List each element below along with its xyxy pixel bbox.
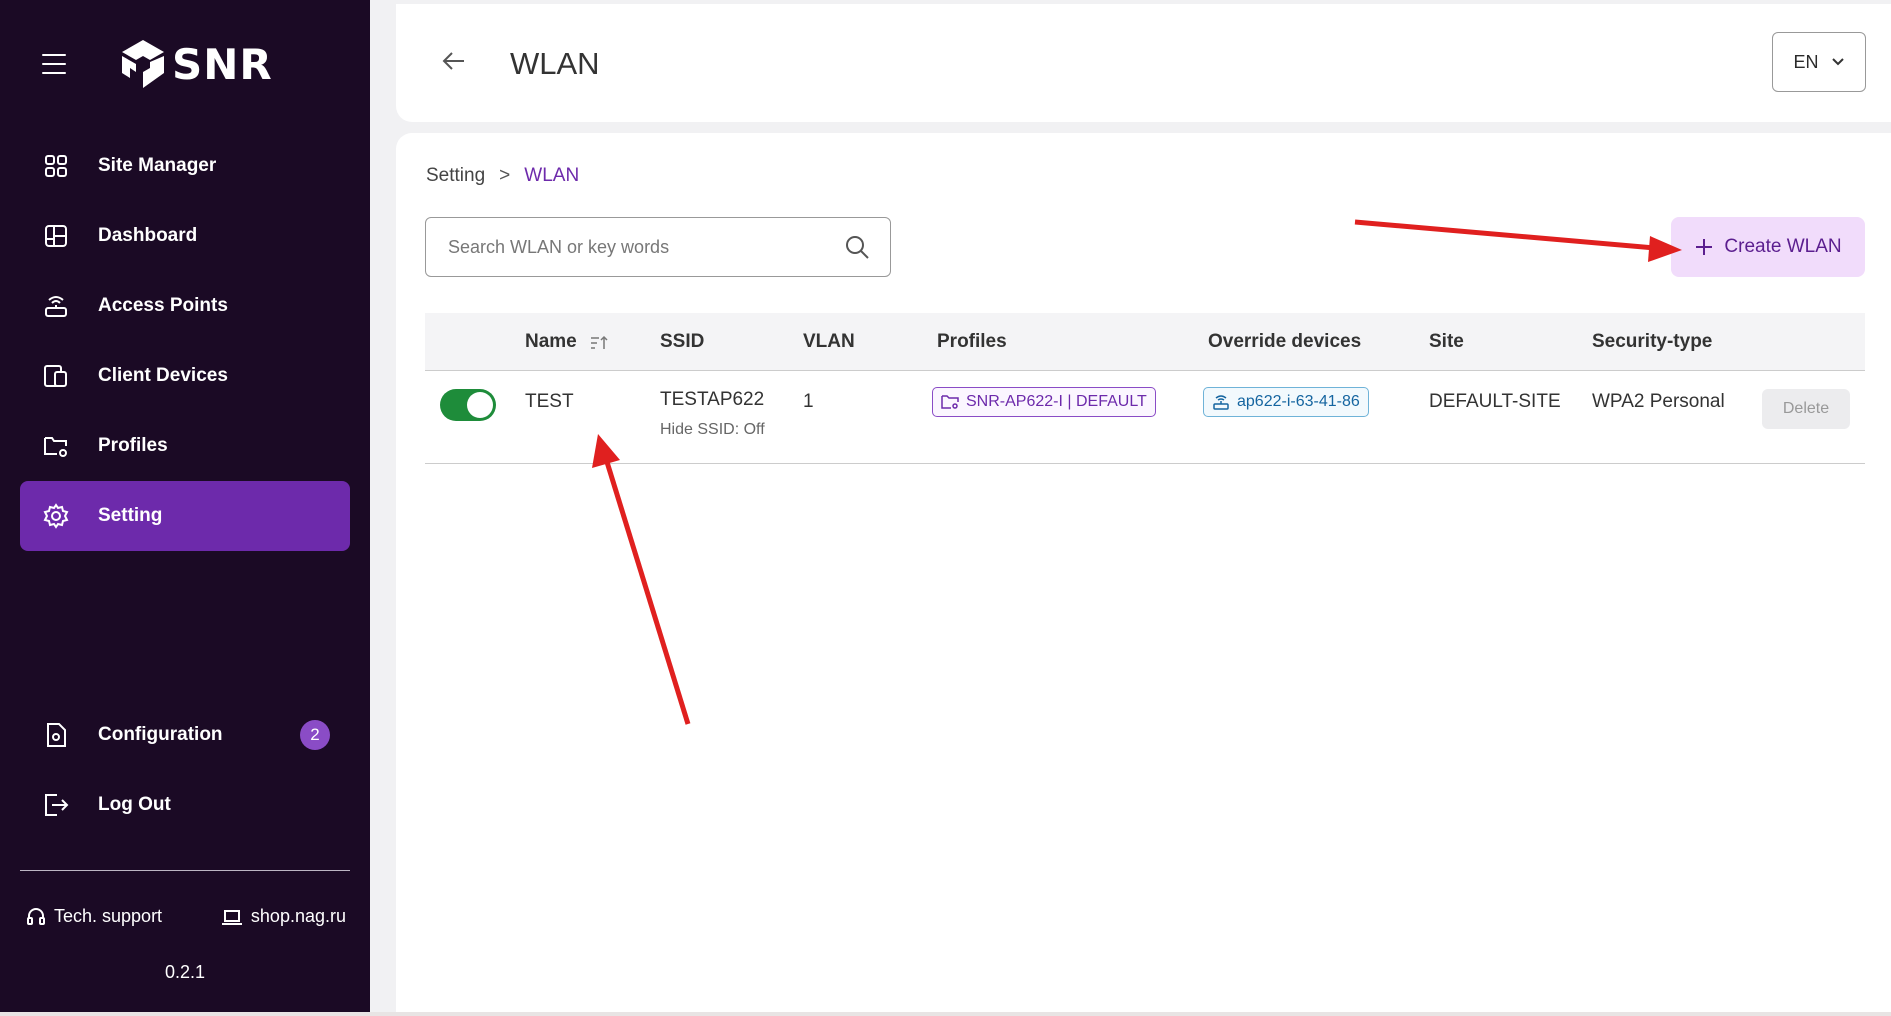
sidebar-item-label: Profiles <box>98 435 168 456</box>
back-button[interactable] <box>442 50 466 77</box>
devices-icon <box>42 362 70 390</box>
device-chip-label: ap622-i-63-41-86 <box>1237 393 1360 410</box>
sidebar-item-configuration[interactable]: Configuration 2 <box>20 700 350 770</box>
language-value: EN <box>1793 51 1819 72</box>
arrow-left-icon <box>442 52 464 70</box>
page-header: WLAN EN <box>396 4 1891 122</box>
folder-gear-icon <box>941 395 959 409</box>
document-gear-icon <box>42 721 70 749</box>
language-select[interactable]: EN <box>1772 32 1866 92</box>
sidebar-divider <box>20 870 350 871</box>
breadcrumb-setting[interactable]: Setting <box>426 165 485 187</box>
breadcrumb: Setting > WLAN <box>426 165 579 187</box>
sidebar-item-setting[interactable]: Setting <box>20 481 350 551</box>
logo-text: SNR <box>172 39 273 89</box>
grid-icon <box>42 152 70 180</box>
table-header: Name SSID VLAN Profiles Override devices… <box>425 313 1865 371</box>
laptop-icon <box>221 909 242 925</box>
column-security-type: Security-type <box>1592 331 1713 352</box>
page-title: WLAN <box>510 46 600 81</box>
wlan-security: WPA2 Personal <box>1592 391 1725 412</box>
search-input[interactable] <box>426 218 890 276</box>
wlan-name: TEST <box>525 391 574 412</box>
menu-icon[interactable] <box>42 54 66 74</box>
sidebar-item-label: Client Devices <box>98 365 228 386</box>
sidebar-item-label: Access Points <box>98 295 228 316</box>
column-name[interactable]: Name <box>525 331 577 353</box>
column-site: Site <box>1429 331 1464 352</box>
device-chip[interactable]: ap622-i-63-41-86 <box>1203 387 1369 417</box>
sidebar-item-label: Dashboard <box>98 225 198 246</box>
logout-icon <box>42 791 70 819</box>
column-override-devices: Override devices <box>1208 331 1362 352</box>
create-wlan-label: Create WLAN <box>1724 236 1842 257</box>
tech-support-link[interactable]: Tech. support <box>26 906 162 927</box>
access-point-icon <box>42 292 70 320</box>
window-bottom-edge <box>0 1012 1891 1016</box>
table-row: TEST TESTAP622 Hide SSID: Off 1 SNR-AP62… <box>425 371 1865 464</box>
profile-chip-label: SNR-AP622-I | DEFAULT <box>966 393 1147 410</box>
chevron-down-icon <box>1831 58 1844 66</box>
tech-support-label: Tech. support <box>54 906 163 926</box>
gear-icon <box>42 502 70 530</box>
sidebar-item-label: Setting <box>98 505 163 526</box>
sidebar-item-label: Log Out <box>98 794 171 815</box>
sidebar-item-label: Configuration <box>98 724 223 745</box>
wlan-hide-ssid: Hide SSID: Off <box>660 421 765 438</box>
sidebar-item-label: Site Manager <box>98 155 217 176</box>
plus-icon <box>1696 239 1713 255</box>
sidebar-item-profiles[interactable]: Profiles <box>20 411 350 481</box>
sidebar-footer: Tech. support shop.nag.ru <box>26 906 346 927</box>
app-version: 0.2.1 <box>164 962 206 982</box>
logo-cube-icon <box>122 40 164 88</box>
sidebar: SNR Site Manager Dashboard Access Points <box>0 0 370 1012</box>
breadcrumb-current: WLAN <box>524 165 580 186</box>
column-ssid: SSID <box>660 331 705 352</box>
folder-gear-icon <box>42 432 70 460</box>
sidebar-item-dashboard[interactable]: Dashboard <box>20 201 350 271</box>
sidebar-bottom-nav: Configuration 2 Log Out <box>20 700 350 840</box>
delete-button[interactable]: Delete <box>1762 389 1850 429</box>
sidebar-item-log-out[interactable]: Log Out <box>20 770 350 840</box>
dashboard-icon <box>42 222 70 250</box>
profile-chip[interactable]: SNR-AP622-I | DEFAULT <box>932 387 1156 417</box>
wlan-ssid: TESTAP622 <box>660 389 765 410</box>
wlan-enabled-toggle[interactable] <box>440 389 496 421</box>
sidebar-item-site-manager[interactable]: Site Manager <box>20 131 350 201</box>
create-wlan-button[interactable]: Create WLAN <box>1671 217 1865 277</box>
column-profiles: Profiles <box>937 331 1007 352</box>
notification-badge: 2 <box>300 720 330 750</box>
column-vlan: VLAN <box>803 331 855 352</box>
sidebar-nav: Site Manager Dashboard Access Points Cli… <box>20 131 350 551</box>
main-content: Setting > WLAN Create WLAN Name SSID VLA… <box>396 133 1891 1012</box>
sidebar-item-access-points[interactable]: Access Points <box>20 271 350 341</box>
sidebar-item-client-devices[interactable]: Client Devices <box>20 341 350 411</box>
logo: SNR <box>120 38 273 90</box>
wlan-vlan: 1 <box>803 391 814 412</box>
breadcrumb-separator: > <box>499 165 511 186</box>
search-icon[interactable] <box>844 234 870 260</box>
shop-link[interactable]: shop.nag.ru <box>221 906 346 927</box>
headset-icon <box>27 907 45 925</box>
access-point-icon <box>1213 395 1229 410</box>
search-box <box>425 217 891 277</box>
sort-icon[interactable] <box>590 335 608 351</box>
sidebar-header: SNR <box>0 0 370 130</box>
shop-label: shop.nag.ru <box>250 906 346 926</box>
wlan-site: DEFAULT-SITE <box>1429 391 1561 412</box>
